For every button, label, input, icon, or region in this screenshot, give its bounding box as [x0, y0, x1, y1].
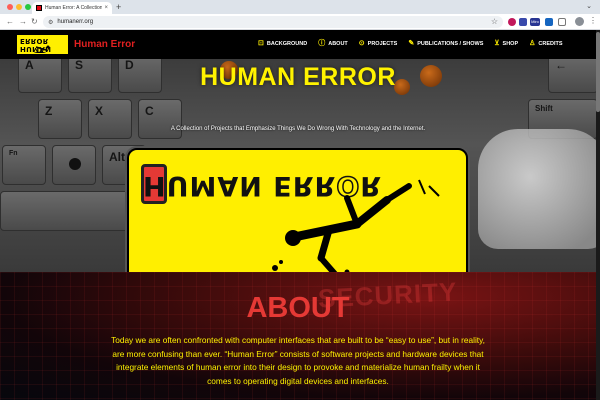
- new-tab-button[interactable]: +: [116, 2, 121, 12]
- maximize-window-button[interactable]: [25, 4, 31, 10]
- about-body-text: Today we are often confronted with compu…: [111, 335, 485, 386]
- site-logo[interactable]: HUMAN ERROR: [16, 34, 69, 55]
- browser-tabstrip: Human Error: A Collection of Projects × …: [0, 0, 600, 14]
- nav-background[interactable]: ⊡ BACKGROUND: [258, 40, 307, 47]
- user-icon: ♙: [529, 40, 536, 47]
- keyboard-key: Fn: [2, 145, 46, 185]
- main-nav: ⊡ BACKGROUND ⓘ ABOUT ⊙ PROJECTS ✎ PUBLIC…: [258, 40, 563, 47]
- back-arrow-icon[interactable]: ←: [6, 16, 14, 28]
- site-info-icon[interactable]: ⚙: [48, 19, 53, 26]
- nav-label: PROJECTS: [367, 40, 398, 47]
- nav-projects[interactable]: ⊙ PROJECTS: [359, 40, 398, 47]
- nav-about[interactable]: ⓘ ABOUT: [318, 40, 348, 47]
- edit-icon: ✎: [408, 40, 415, 47]
- browser-toolbar: ← → ↻ ⚙ humanerr.org ☆ Miro ⋮: [0, 14, 600, 30]
- box-icon: ⊡: [258, 40, 264, 47]
- close-window-button[interactable]: [7, 4, 13, 10]
- site-header: HUMAN ERROR Human Error ⊡ BACKGROUND ⓘ A…: [0, 30, 596, 59]
- extension-icon[interactable]: [545, 18, 553, 26]
- close-tab-icon[interactable]: ×: [104, 5, 108, 11]
- falling-person-icon: [272, 179, 440, 272]
- hero-title: HUMAN ERROR: [200, 63, 396, 91]
- falling-person-icon: [34, 45, 50, 53]
- coffee-cup-image: [478, 129, 596, 249]
- nav-label: PUBLICATIONS / SHOWS: [417, 40, 484, 47]
- url-text[interactable]: humanerr.org: [57, 19, 93, 25]
- hero-subtitle: A Collection of Projects that Emphasize …: [170, 126, 426, 132]
- profile-avatar[interactable]: [575, 17, 584, 26]
- keyboard-key: [0, 191, 140, 231]
- browser-tab[interactable]: Human Error: A Collection of Projects ×: [32, 2, 112, 14]
- nav-label: SHOP: [502, 40, 519, 47]
- bookmark-star-icon[interactable]: ☆: [491, 17, 498, 27]
- brand-name[interactable]: Human Error: [74, 39, 135, 50]
- minimize-window-button[interactable]: [16, 4, 22, 10]
- question-icon: ⓘ: [318, 40, 326, 47]
- bulb-icon: ⊙: [358, 40, 365, 47]
- page-scrollbar[interactable]: [596, 30, 600, 400]
- about-section: SECURITY ABOUT Today we are often confro…: [0, 272, 596, 400]
- keyboard-key: Z: [38, 99, 82, 139]
- about-title: ABOUT: [246, 292, 350, 324]
- favicon-icon: [36, 5, 42, 11]
- nav-label: BACKGROUND: [266, 40, 308, 47]
- miro-extension-icon[interactable]: Miro: [530, 18, 540, 26]
- address-bar[interactable]: ⚙ humanerr.org ☆: [43, 16, 503, 28]
- reload-icon[interactable]: ↻: [31, 16, 38, 28]
- tab-title: Human Error: A Collection of Projects: [45, 5, 103, 11]
- cart-icon: ⊻: [494, 40, 500, 47]
- tab-menu-chevron-icon[interactable]: ⌄: [586, 2, 592, 10]
- nav-publications-shows[interactable]: ✎ PUBLICATIONS / SHOWS: [408, 40, 483, 47]
- extension-icon[interactable]: [508, 18, 516, 26]
- human-error-logo: HUMAN ERROR: [127, 148, 468, 272]
- browser-menu-icon[interactable]: ⋮: [589, 16, 597, 26]
- extension-icon[interactable]: [519, 18, 527, 26]
- hero-section: A S D Z X C Alt Fn Shift ← HUMAN ERROR A…: [0, 59, 596, 272]
- extensions-puzzle-icon[interactable]: [558, 18, 566, 26]
- keyboard-key: X: [88, 99, 132, 139]
- nav-label: CREDITS: [538, 40, 563, 47]
- forward-arrow-icon[interactable]: →: [19, 16, 27, 28]
- nav-label: ABOUT: [328, 40, 348, 47]
- web-page: HUMAN ERROR Human Error ⊡ BACKGROUND ⓘ A…: [0, 30, 600, 400]
- keyboard-key: [52, 145, 96, 185]
- keyboard-key: C: [138, 99, 182, 139]
- scrollbar-thumb[interactable]: [596, 32, 600, 112]
- nav-shop[interactable]: ⊻ SHOP: [494, 40, 518, 47]
- nav-credits[interactable]: ♙ CREDITS: [529, 40, 562, 47]
